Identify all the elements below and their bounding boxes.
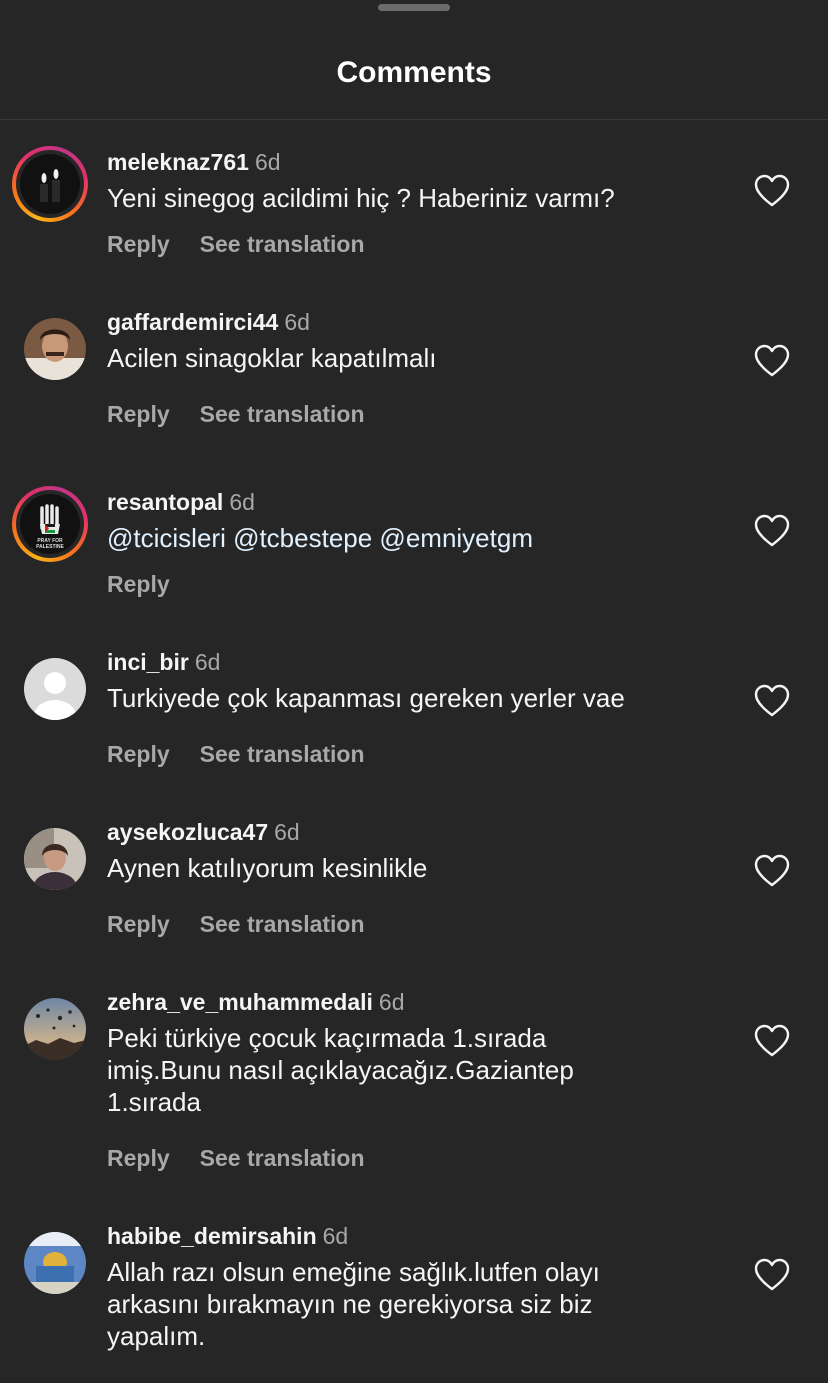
comment-meta: meleknaz761 6d bbox=[107, 148, 281, 176]
header-divider bbox=[0, 119, 828, 120]
comment-actions: Reply See translation bbox=[107, 231, 395, 258]
see-translation-button[interactable]: See translation bbox=[200, 231, 365, 257]
see-translation-button[interactable]: See translation bbox=[200, 1145, 365, 1171]
heart-outline-icon[interactable] bbox=[754, 854, 790, 888]
timestamp: 6d bbox=[284, 309, 310, 335]
sheet-grabber[interactable] bbox=[378, 4, 450, 11]
heart-outline-icon[interactable] bbox=[754, 1024, 790, 1058]
username[interactable]: zehra_ve_muhammedali bbox=[107, 989, 373, 1015]
avatar[interactable] bbox=[24, 998, 86, 1060]
comment-text: Turkiyede çok kapanması gereken yerler v… bbox=[107, 683, 625, 713]
see-translation-button[interactable]: See translation bbox=[200, 911, 365, 937]
avatar[interactable] bbox=[12, 146, 88, 222]
timestamp: 6d bbox=[322, 1223, 349, 1249]
heart-outline-icon[interactable] bbox=[754, 514, 790, 548]
reply-button[interactable]: Reply bbox=[107, 401, 170, 427]
timestamp: 6d bbox=[229, 489, 255, 515]
timestamp: 6d bbox=[378, 989, 405, 1015]
comment-text: Yeni sinegog acildimi hiç ? Haberiniz va… bbox=[107, 183, 615, 213]
see-translation-button[interactable]: See translation bbox=[200, 741, 365, 767]
username[interactable]: aysekozluca47 bbox=[107, 819, 268, 845]
reply-button[interactable]: Reply bbox=[107, 231, 170, 257]
comment-meta: aysekozluca47 6d bbox=[107, 818, 300, 846]
username[interactable]: inci_bir bbox=[107, 649, 189, 675]
comment-actions: Reply See translation bbox=[107, 1145, 395, 1172]
comment-text: Allah razı olsun emeğine sağlık.lutfen o… bbox=[107, 1257, 600, 1351]
reply-button[interactable]: Reply bbox=[107, 741, 170, 767]
see-translation-button[interactable]: See translation bbox=[200, 401, 365, 427]
username[interactable]: meleknaz761 bbox=[107, 149, 249, 175]
username[interactable]: gaffardemirci44 bbox=[107, 309, 278, 335]
reply-button[interactable]: Reply bbox=[107, 911, 170, 937]
page-title: Comments bbox=[336, 56, 492, 89]
heart-outline-icon[interactable] bbox=[754, 344, 790, 378]
candles-avatar bbox=[20, 154, 80, 214]
reply-button[interactable]: Reply bbox=[107, 1145, 170, 1171]
comment-actions: Reply See translation bbox=[107, 911, 395, 938]
timestamp: 6d bbox=[274, 819, 300, 845]
heart-outline-icon[interactable] bbox=[754, 684, 790, 718]
photo-avatar bbox=[24, 828, 86, 890]
comment-text-mentions[interactable]: @tcicisleri @tcbestepe @emniyetgm bbox=[107, 522, 707, 554]
default-avatar bbox=[24, 658, 86, 720]
comment-text: Aynen katılıyorum kesinlikle bbox=[107, 853, 428, 883]
username[interactable]: habibe_demirsahin bbox=[107, 1223, 317, 1249]
username[interactable]: resantopal bbox=[107, 489, 223, 515]
avatar[interactable] bbox=[24, 318, 86, 380]
dome-avatar bbox=[24, 1232, 86, 1294]
timestamp: 6d bbox=[254, 149, 281, 175]
avatar-caption: PRAY FOR PALESTINE bbox=[36, 538, 64, 550]
comment-actions: Reply bbox=[107, 571, 200, 598]
avatar[interactable] bbox=[24, 828, 86, 890]
comment-meta: zehra_ve_muhammedali 6d bbox=[107, 988, 405, 1016]
comment-text: Acilen sinagoklar kapatılmalı bbox=[107, 343, 437, 373]
comment-meta: resantopal 6d bbox=[107, 488, 255, 516]
heart-outline-icon[interactable] bbox=[754, 1258, 790, 1292]
comment-meta: inci_bir 6d bbox=[107, 648, 220, 676]
balloons-avatar bbox=[24, 998, 86, 1060]
comment-actions: Reply See translation bbox=[107, 401, 395, 428]
avatar[interactable]: PRAY FOR PALESTINE bbox=[12, 486, 88, 562]
comment-meta: gaffardemirci44 6d bbox=[107, 308, 310, 336]
pray-for-palestine-avatar: PRAY FOR PALESTINE bbox=[20, 494, 80, 554]
comment-meta: habibe_demirsahin 6d bbox=[107, 1222, 348, 1250]
timestamp: 6d bbox=[194, 649, 221, 675]
avatar[interactable] bbox=[24, 1232, 86, 1294]
reply-button[interactable]: Reply bbox=[107, 571, 170, 597]
comment-actions: Reply See translation bbox=[107, 741, 395, 768]
portrait-avatar bbox=[24, 318, 86, 380]
avatar[interactable] bbox=[24, 658, 86, 720]
heart-outline-icon[interactable] bbox=[754, 174, 790, 208]
comment-text: Peki türkiye çocuk kaçırmada 1.sırada im… bbox=[107, 1023, 574, 1117]
